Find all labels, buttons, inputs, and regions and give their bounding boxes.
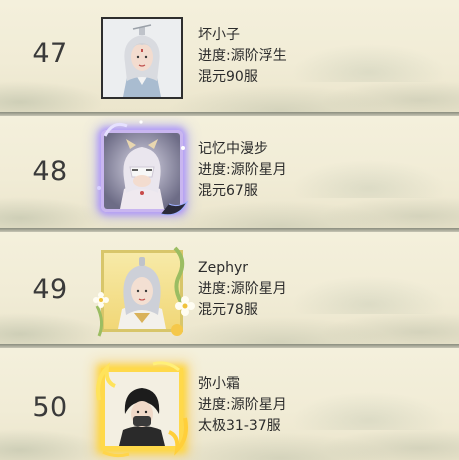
character-portrait-icon	[103, 19, 181, 97]
player-name: 弥小霜	[198, 376, 240, 392]
player-progress: 进度:源阶星月	[198, 162, 287, 178]
ranking-row[interactable]: 50 弥小霜 进度:源阶星月 太极31-37服	[0, 348, 459, 460]
player-info: 记忆中漫步 进度:源阶星月 混元67服	[198, 139, 287, 202]
character-portrait-icon	[104, 253, 180, 329]
player-avatar[interactable]	[101, 17, 183, 99]
player-server: 太极31-37服	[198, 418, 281, 434]
player-server: 混元90服	[198, 69, 258, 85]
rank-number: 48	[32, 156, 68, 187]
avatar-frame	[101, 250, 183, 332]
ranking-row[interactable]: 49 Zephyr 进度:源阶星月 混元78服	[0, 232, 459, 344]
player-progress: 进度:源阶浮生	[198, 48, 287, 64]
player-name: 记忆中漫步	[198, 141, 268, 157]
player-info: 弥小霜 进度:源阶星月 太极31-37服	[198, 374, 287, 437]
player-avatar[interactable]	[93, 246, 195, 337]
player-server: 混元67服	[198, 183, 258, 199]
ranking-list: 47 坏小子 进度:源阶浮生 混元90服 48 记忆中漫步 进度:源阶星月 混元…	[0, 0, 459, 460]
player-server: 混元78服	[198, 302, 258, 318]
player-name: 坏小子	[198, 27, 240, 43]
player-progress: 进度:源阶星月	[198, 281, 287, 297]
rank-number: 50	[32, 392, 68, 423]
avatar-frame	[101, 17, 183, 99]
player-info: Zephyr 进度:源阶星月 混元78服	[198, 258, 287, 321]
avatar-frame	[101, 130, 183, 212]
player-progress: 进度:源阶星月	[198, 397, 287, 413]
player-name: Zephyr	[198, 260, 249, 276]
player-avatar[interactable]	[97, 120, 189, 216]
character-portrait-icon	[105, 372, 179, 446]
character-portrait-icon	[104, 133, 180, 209]
avatar-frame	[101, 368, 183, 450]
ranking-row[interactable]: 48 记忆中漫步 进度:源阶星月 混元67服	[0, 116, 459, 228]
rank-number: 49	[32, 274, 68, 305]
rank-number: 47	[32, 38, 68, 69]
player-info: 坏小子 进度:源阶浮生 混元90服	[198, 25, 287, 88]
ranking-row[interactable]: 47 坏小子 进度:源阶浮生 混元90服	[0, 0, 459, 112]
player-avatar[interactable]	[96, 361, 188, 458]
